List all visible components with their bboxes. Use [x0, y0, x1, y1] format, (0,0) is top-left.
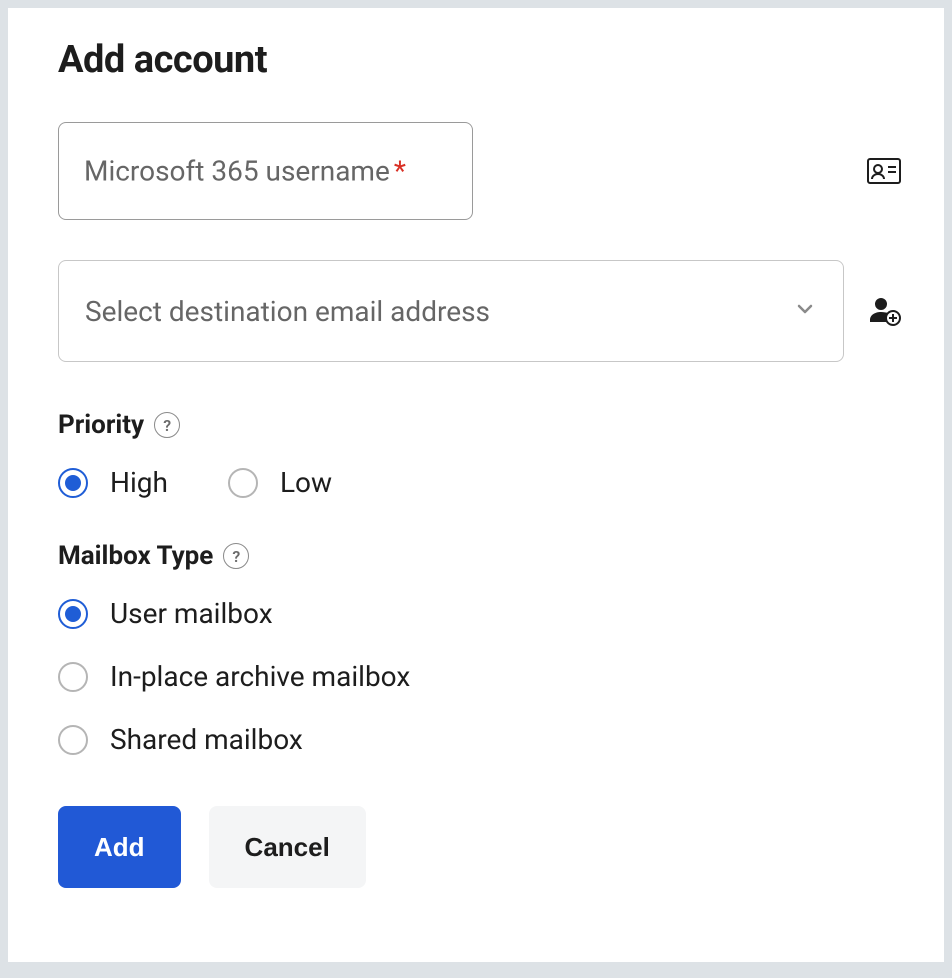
radio-label: Shared mailbox [110, 723, 303, 756]
priority-options: High Low [58, 466, 904, 499]
mailbox-type-option-shared[interactable]: Shared mailbox [58, 723, 904, 756]
button-row: Add Cancel [58, 806, 904, 888]
page-title: Add account [58, 38, 904, 82]
radio-icon [58, 599, 88, 629]
radio-label: In-place archive mailbox [110, 660, 410, 693]
radio-label: Low [280, 466, 332, 499]
mailbox-type-label-row: Mailbox Type ? [58, 541, 904, 571]
mailbox-type-options: User mailbox In-place archive mailbox Sh… [58, 597, 904, 756]
destination-row: Select destination email address [58, 260, 904, 362]
help-icon[interactable]: ? [223, 543, 249, 569]
radio-label: User mailbox [110, 597, 273, 630]
radio-label: High [110, 466, 168, 499]
add-user-icon[interactable] [864, 294, 904, 328]
contact-card-icon[interactable] [864, 158, 904, 184]
priority-label-row: Priority ? [58, 410, 904, 440]
radio-icon [58, 468, 88, 498]
destination-select[interactable]: Select destination email address [58, 260, 844, 362]
radio-icon [58, 725, 88, 755]
radio-icon [228, 468, 258, 498]
username-input-wrap: Microsoft 365 username* [58, 122, 844, 220]
chevron-down-icon [793, 297, 817, 325]
mailbox-type-label: Mailbox Type [58, 541, 213, 571]
add-account-panel: Add account Microsoft 365 username* Sele… [8, 8, 944, 962]
priority-option-high[interactable]: High [58, 466, 168, 499]
username-row: Microsoft 365 username* [58, 122, 904, 220]
help-icon[interactable]: ? [154, 412, 180, 438]
add-button[interactable]: Add [58, 806, 181, 888]
username-input[interactable] [58, 122, 473, 220]
priority-label: Priority [58, 410, 144, 440]
mailbox-type-option-archive[interactable]: In-place archive mailbox [58, 660, 904, 693]
radio-icon [58, 662, 88, 692]
cancel-button[interactable]: Cancel [209, 806, 366, 888]
mailbox-type-option-user[interactable]: User mailbox [58, 597, 904, 630]
destination-placeholder: Select destination email address [85, 295, 490, 328]
priority-option-low[interactable]: Low [228, 466, 332, 499]
